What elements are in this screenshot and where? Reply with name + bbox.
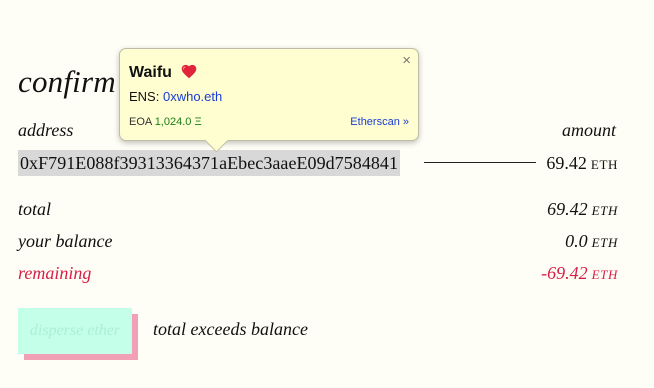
tooltip-ens: ENS: 0xwho.eth [129,89,222,104]
section-title: confirm [18,64,116,99]
recipient-amount: 69.42 ETH [546,150,618,176]
remaining-unit: ETH [591,267,618,282]
account-type: EOA [129,116,152,128]
tooltip-arrow [204,128,229,153]
balance-error-message: total exceeds balance [153,319,308,339]
total-unit: ETH [591,203,618,218]
remaining-value: -69.42 ETH [541,263,618,284]
total-row: total 69.42 ETH [18,199,618,223]
balance-unit: ETH [591,235,618,250]
close-icon[interactable]: × [402,52,411,69]
disperse-button-wrapper: disperse ether [18,308,138,360]
recipient-amount-value: 69.42 [546,153,587,173]
heart-icon [182,64,197,79]
address-column-header: address [18,120,74,140]
balance-label: your balance [18,231,113,251]
remaining-label: remaining [18,263,92,283]
row-divider-line [424,162,536,163]
recipient-address[interactable]: 0xF791E088f39313364371aEbec3aaeE09d75848… [18,150,401,176]
amount-column-header: amount [562,120,616,140]
ens-name-link[interactable]: 0xwho.eth [163,89,222,104]
address-tooltip: × Waifu ENS: 0xwho.eth EOA 1,024.0 Ξ Eth… [119,48,419,153]
disperse-ether-button[interactable]: disperse ether [18,308,132,354]
account-balance: 1,024.0 Ξ [154,116,202,128]
total-label: total [18,199,52,219]
etherscan-link[interactable]: Etherscan » [350,116,409,128]
tooltip-name: Waifu [129,63,198,82]
balance-value: 0.0 ETH [565,231,618,252]
remaining-row: remaining -69.42 ETH [18,263,618,287]
tooltip-name-text: Waifu [129,64,172,81]
balance-amount: 0.0 [565,231,588,251]
disperse-page: confirm address amount 0xF791E088f393133… [0,0,654,388]
recipient-row: 0xF791E088f39313364371aEbec3aaeE09d75848… [18,150,618,176]
remaining-amount: -69.42 [541,263,588,283]
tooltip-account-info: EOA 1,024.0 Ξ [129,116,202,128]
recipient-amount-unit: ETH [590,157,618,172]
balance-row: your balance 0.0 ETH [18,231,618,255]
total-amount: 69.42 [547,199,588,219]
ens-label: ENS: [129,89,160,104]
total-value: 69.42 ETH [547,199,618,220]
